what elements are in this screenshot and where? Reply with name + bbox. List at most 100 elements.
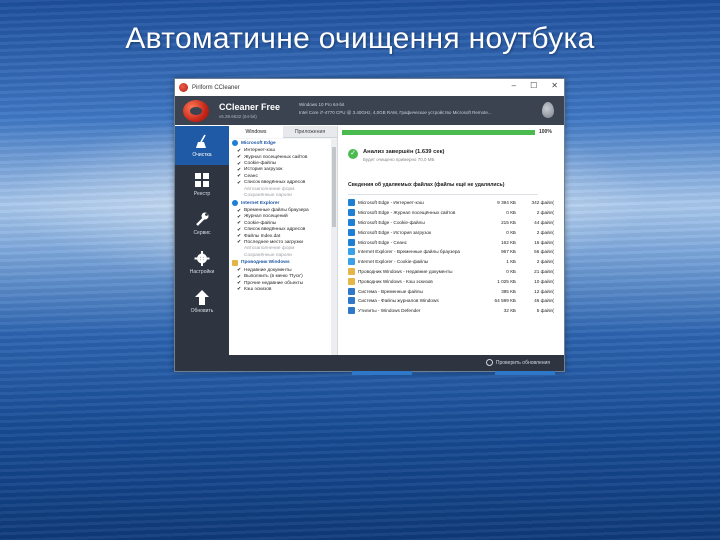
result-size: 967 КБ	[501, 249, 516, 255]
result-row[interactable]: Проводник Windows - Кэш эскизов 1 025 КБ 1…	[348, 276, 554, 286]
result-name: Microsoft Edge - Журнал посещённых сайто…	[358, 210, 456, 216]
checkbox[interactable]: ✔	[237, 208, 244, 214]
result-row[interactable]: Утилиты - Windows Defender 32 КБ 5 файл(	[348, 306, 554, 316]
sidebar-item-label: Очистка	[192, 151, 212, 158]
checkbox[interactable]: ✔	[237, 180, 244, 186]
tree-section-label: Microsoft Edge	[241, 140, 276, 146]
result-row[interactable]: Microsoft Edge - Журнал посещённых сайто…	[348, 208, 554, 218]
wrench-icon	[194, 212, 210, 227]
checkbox[interactable]: ✔	[237, 239, 244, 245]
tree-option-label: Временные файлы браузера	[244, 208, 309, 213]
checkbox[interactable]: ✔	[237, 148, 244, 154]
result-row[interactable]: Система - Файлы журналов Windows 64 599 К…	[348, 296, 554, 306]
checkbox[interactable]: ✔	[237, 220, 244, 226]
tree-section[interactable]: Проводник Windows	[232, 258, 331, 267]
results-heading: Сведения об удаляемых файлах (файлы ещё …	[348, 182, 505, 188]
sidebar-item-options[interactable]: Настройки	[175, 243, 229, 282]
tree-option-label: Интернет-кэш	[244, 148, 275, 154]
slide-title: Автоматичне очищення ноутбука	[125, 22, 595, 55]
tree-option-label: Последнее место загрузки	[244, 239, 304, 245]
sidebar-item-upgrade[interactable]: Обновить	[175, 282, 229, 321]
result-name: Проводник Windows - Недавние документы	[358, 268, 453, 274]
result-row[interactable]: Microsoft Edge - Интернет-кэш 9 394 КБ 342…	[348, 198, 554, 208]
result-item-icon	[348, 277, 355, 285]
checkbox[interactable]: ✔	[237, 267, 244, 273]
tree-option-label: Журнал посещений	[244, 214, 288, 220]
result-files: 56 файл(	[534, 249, 554, 255]
result-name: Microsoft Edge - Сеанс	[358, 239, 407, 245]
sidebar-item-label: Настройки	[189, 268, 215, 275]
checkbox[interactable]: ✔	[237, 233, 244, 239]
system-info-os: Windows 10 Pro 64-bit	[299, 102, 345, 107]
checkbox[interactable]: ✔	[237, 167, 244, 173]
result-row[interactable]: Система - Временные файлы 385 КБ 12 файл(	[348, 286, 554, 296]
tree-option-label: Журнал посещённых сайтов	[244, 154, 308, 160]
app-version: v5.39.6632 (64-bit)	[219, 114, 257, 119]
browser-icon	[232, 200, 238, 207]
tree-option[interactable]: ✔ Кэш эскизов	[232, 286, 331, 292]
tree-option-label: Прочие недавние объекты	[244, 280, 304, 286]
checkbox[interactable]: ✔	[237, 161, 244, 167]
checkbox[interactable]: ✔	[237, 280, 244, 286]
tree-section-label: Проводник Windows	[241, 260, 290, 266]
progress-bar	[342, 130, 535, 135]
result-item-icon	[348, 248, 355, 256]
result-files: 2 файл(	[536, 259, 554, 265]
result-row[interactable]: Microsoft Edge - Сеанс 162 КБ 16 файл(	[348, 237, 554, 247]
result-name: Утилиты - Windows Defender	[358, 308, 421, 314]
result-size: 9 394 КБ	[497, 200, 516, 206]
result-row[interactable]: Internet Explorer - Временные файлы брау…	[348, 247, 554, 257]
ccleaner-logo	[183, 99, 209, 122]
maximize-button[interactable]: ☐	[530, 81, 537, 90]
divider	[348, 194, 538, 195]
tab-applications[interactable]: Приложения	[283, 126, 337, 138]
tab-windows[interactable]: Windows	[229, 126, 283, 138]
close-button[interactable]: ✕	[551, 81, 558, 90]
tree-option-label: Cookie-файлы	[244, 161, 277, 167]
sidebar-item-tools[interactable]: Сервис	[175, 204, 229, 243]
result-size: 1 КБ	[506, 259, 516, 265]
progress-fill	[342, 130, 535, 135]
result-size: 1 025 КБ	[497, 278, 516, 284]
sidebar-item-registry[interactable]: Реестр	[175, 165, 229, 204]
result-row[interactable]: Microsoft Edge - История загрузок 0 КБ 2 ф…	[348, 227, 554, 237]
checkbox[interactable]: ✔	[237, 173, 244, 179]
sidebar-item-label: Сервис	[193, 229, 211, 236]
footer-bar: Проверить обновления	[229, 355, 564, 371]
result-name: Microsoft Edge - Cookie-файлы	[358, 219, 425, 225]
result-row[interactable]: Проводник Windows - Недавние документы 0 …	[348, 267, 554, 277]
checkbox[interactable]: ✔	[237, 227, 244, 233]
check-updates-link[interactable]: Проверить обновления	[485, 359, 550, 366]
result-item-icon	[348, 297, 355, 305]
sidebar-item-label: Реестр	[193, 190, 211, 197]
result-files: 21 файл(	[534, 268, 554, 274]
result-item-icon	[348, 267, 355, 275]
checkbox[interactable]: ✔	[237, 274, 244, 280]
checkbox[interactable]: ✔	[237, 154, 244, 160]
result-name: Microsoft Edge - История загрузок	[358, 229, 432, 235]
cleaner-tree: Microsoft Edge ✔ Интернет-кэш ✔ Журнал посещ…	[229, 139, 331, 371]
checkbox[interactable]: ✔	[237, 214, 244, 220]
scrollbar-thumb[interactable]	[332, 147, 336, 227]
tree-option-label: Автозаполнение форм	[244, 246, 295, 252]
checkbox[interactable]: ✔	[237, 286, 244, 292]
result-files: 10 файл(	[534, 278, 554, 284]
result-name: Internet Explorer - Cookie-файлы	[358, 259, 429, 265]
minimize-button[interactable]: –	[512, 81, 516, 90]
sidebar-item-clean[interactable]: Очистка	[175, 126, 229, 165]
app-header: CCleaner Free v5.39.6632 (64-bit) Window…	[175, 96, 564, 125]
result-row[interactable]: Internet Explorer - Cookie-файлы 1 КБ 2 фа…	[348, 257, 554, 267]
tree-option-label: Сеанс	[244, 173, 258, 179]
status-title: Анализ завершён (1.639 сек)	[363, 149, 445, 155]
tree-section[interactable]: Internet Explorer	[232, 199, 331, 208]
tree-section[interactable]: Microsoft Edge	[232, 139, 331, 148]
app-name: CCleaner Free	[219, 102, 281, 112]
tree-scrollbar[interactable]	[331, 139, 337, 371]
result-item-icon	[348, 307, 355, 315]
result-name: Microsoft Edge - Интернет-кэш	[358, 200, 424, 206]
result-row[interactable]: Microsoft Edge - Cookie-файлы 215 КБ 44 фа…	[348, 218, 554, 228]
sidebar: Очистка Реестр Сервис Настройки Обновить	[175, 126, 229, 371]
result-name: Система - Файлы журналов Windows	[358, 298, 439, 304]
check-updates-label: Проверить обновления	[495, 359, 550, 366]
result-name: Проводник Windows - Кэш эскизов	[358, 278, 433, 284]
